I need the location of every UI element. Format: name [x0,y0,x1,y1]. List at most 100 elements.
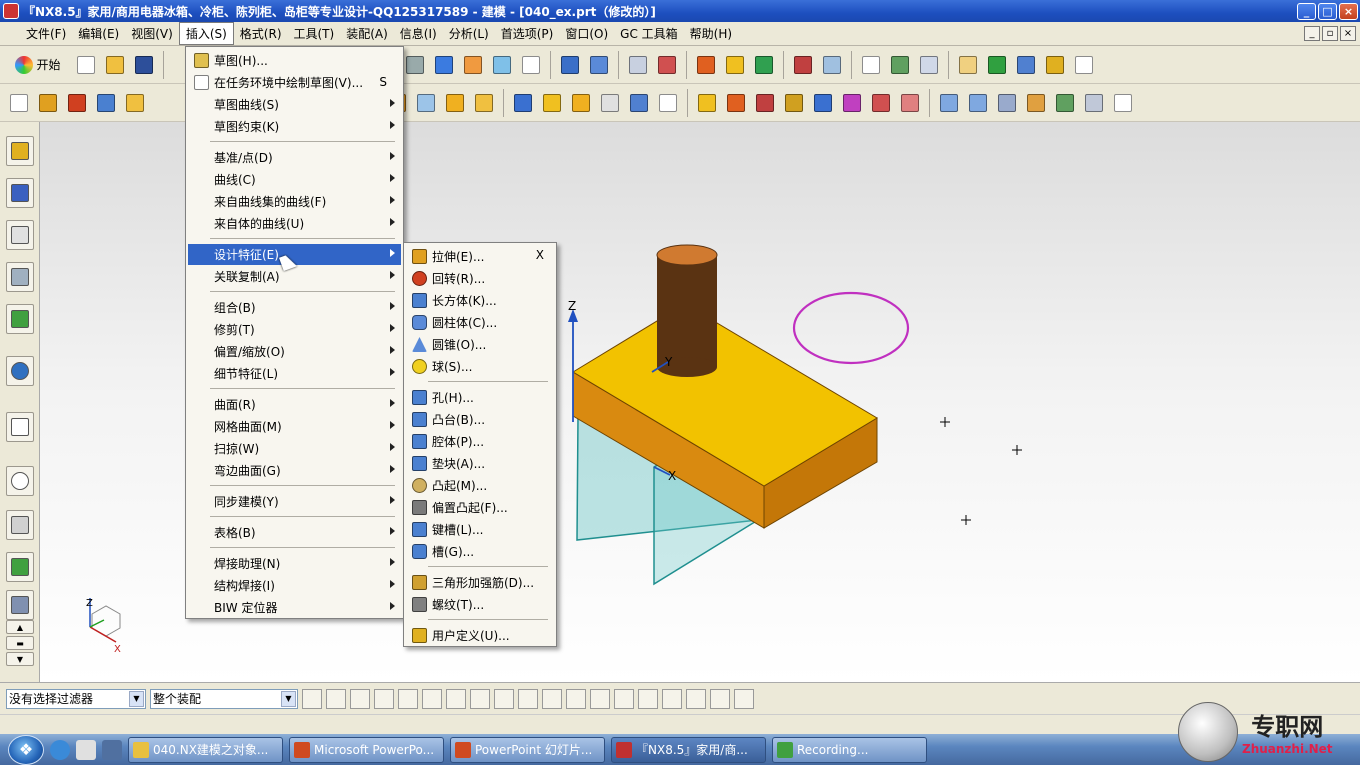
menu-format[interactable]: 格式(R) [234,23,288,44]
render-style-icon[interactable] [402,52,428,78]
menu-item-weld-assistant[interactable]: 焊接助理(N) [188,553,401,574]
snap-existing-point-icon[interactable] [662,688,682,709]
menu-insert[interactable]: 插入(S) [178,22,234,45]
menu-item-biw-locator[interactable]: BIW 定位器 [188,597,401,618]
menu-gc-toolkit[interactable]: GC 工具箱 [614,23,684,44]
new-file-icon[interactable] [73,52,99,78]
pattern-icon[interactable] [694,90,720,116]
assembly-navigator-tab[interactable] [6,136,34,166]
doc-close-button[interactable]: × [1340,26,1356,41]
trim-body-icon[interactable] [626,90,652,116]
curve-rule-icon[interactable] [374,688,394,709]
snap-intersection-icon[interactable] [590,688,610,709]
menu-item-table[interactable]: 表格(B) [188,522,401,543]
cylinder-top[interactable] [656,244,718,266]
menu-item-curve-from-curves[interactable]: 来自曲线集的曲线(F) [188,191,401,212]
taskbar-item-powerpoint[interactable]: Microsoft PowerPo... [289,736,444,763]
constraint-navigator-tab[interactable] [6,178,34,208]
unite-icon[interactable] [510,90,536,116]
menu-item-flange-surface[interactable]: 弯边曲面(G) [188,460,401,481]
windows-start-button[interactable]: ❖ [8,734,44,765]
block-icon[interactable] [93,90,119,116]
clock-tab[interactable] [6,466,34,496]
shaded-icon[interactable] [431,52,457,78]
menu-item-offset-scale[interactable]: 偏置/缩放(O) [188,341,401,362]
menu-view[interactable]: 视图(V) [125,23,179,44]
bounded-grid-icon[interactable] [734,688,754,709]
menu-item-structure-weld[interactable]: 结构焊接(I) [188,575,401,596]
menu-item-block[interactable]: 长方体(K)... [406,290,554,311]
dimension-icon[interactable] [790,52,816,78]
maximize-button[interactable]: □ [1318,2,1337,20]
tools-icon[interactable] [1013,52,1039,78]
taskbar-item-recording[interactable]: Recording... [772,736,927,763]
blend-icon[interactable] [471,90,497,116]
menu-file[interactable]: 文件(F) [0,23,72,44]
roles-tab[interactable] [6,552,34,582]
extrude-icon[interactable] [35,90,61,116]
orient-csys-icon[interactable] [586,52,612,78]
selection-icon[interactable] [751,52,777,78]
menu-item-revolve[interactable]: 回转(R)... [406,268,554,289]
swept-surface-icon[interactable] [1023,90,1049,116]
wcs-icon[interactable] [654,52,680,78]
minimize-button[interactable]: _ [1297,2,1316,20]
menu-item-dart[interactable]: 三角形加强筋(D)... [406,572,554,593]
menu-item-pocket[interactable]: 腔体(P)... [406,431,554,452]
taskbar-item-folder[interactable]: 040.NX建模之对象... [128,736,283,763]
close-button[interactable]: × [1339,2,1358,20]
menu-item-sweep[interactable]: 扫掠(W) [188,438,401,459]
tag-icon[interactable] [955,52,981,78]
scroll-down-button[interactable]: ▼ [6,652,34,666]
mirror-icon[interactable] [723,90,749,116]
menu-item-boss[interactable]: 凸台(B)... [406,409,554,430]
through-curves-icon[interactable] [1052,90,1078,116]
history-tab[interactable] [6,412,34,442]
shell-icon[interactable] [442,90,468,116]
menu-help[interactable]: 帮助(H) [684,23,738,44]
selection-scope-select[interactable]: 整个装配 ▼ [150,688,298,709]
open-file-icon[interactable] [102,52,128,78]
menu-tools[interactable]: 工具(T) [288,23,341,44]
ruled-surface-icon[interactable] [994,90,1020,116]
surface-icon[interactable] [936,90,962,116]
revolve-icon[interactable] [64,90,90,116]
measure-icon[interactable] [693,52,719,78]
snap-endpoint-icon[interactable] [494,688,514,709]
web-browser-tab[interactable] [6,356,34,386]
reuse-library-tab[interactable] [6,262,34,292]
cylinder-body[interactable] [657,255,717,367]
part-navigator-tab[interactable] [6,220,34,250]
hd3d-tools-tab[interactable] [6,304,34,334]
split-body-icon[interactable] [655,90,681,116]
menu-item-pad[interactable]: 垫块(A)... [406,453,554,474]
menu-item-cone[interactable]: 圆锥(O)... [406,334,554,355]
menu-item-datum-point[interactable]: 基准/点(D) [188,147,401,168]
menu-item-synchronous-modeling[interactable]: 同步建模(Y) [188,491,401,512]
menu-edit[interactable]: 编辑(E) [72,23,125,44]
menu-item-sketch-in-task[interactable]: 在任务环境中绘制草图(V)... S [188,72,401,93]
menu-item-hole[interactable]: 孔(H)... [406,387,554,408]
edge-blend-icon[interactable] [539,90,565,116]
menu-preferences[interactable]: 首选项(P) [495,23,560,44]
face-rule-icon[interactable] [398,688,418,709]
menu-item-user-defined[interactable]: 用户定义(U)... [406,625,554,646]
list-icon[interactable] [916,52,942,78]
snap-view-icon[interactable] [557,52,583,78]
menu-item-sphere[interactable]: 球(S)... [406,356,554,377]
menu-item-sketch-constraint[interactable]: 草图约束(K) [188,116,401,137]
snap-point-icon[interactable] [350,688,370,709]
pad-icon[interactable] [122,90,148,116]
snap-center-icon[interactable] [614,688,634,709]
intersect-icon[interactable] [781,90,807,116]
doc-restore-button[interactable]: ▫ [1322,26,1338,41]
package-icon[interactable] [1042,52,1068,78]
menu-item-curve-from-bodies[interactable]: 来自体的曲线(U) [188,213,401,234]
menu-item-cylinder[interactable]: 圆柱体(C)... [406,312,554,333]
submenu-close-button[interactable]: X [536,248,544,262]
menu-item-offset-emboss[interactable]: 偏置凸起(F)... [406,497,554,518]
snap-on-curve-icon[interactable] [686,688,706,709]
snap-arc-icon[interactable] [566,688,586,709]
menu-item-slot[interactable]: 键槽(L)... [406,519,554,540]
start-button[interactable]: 开始 [6,52,70,78]
